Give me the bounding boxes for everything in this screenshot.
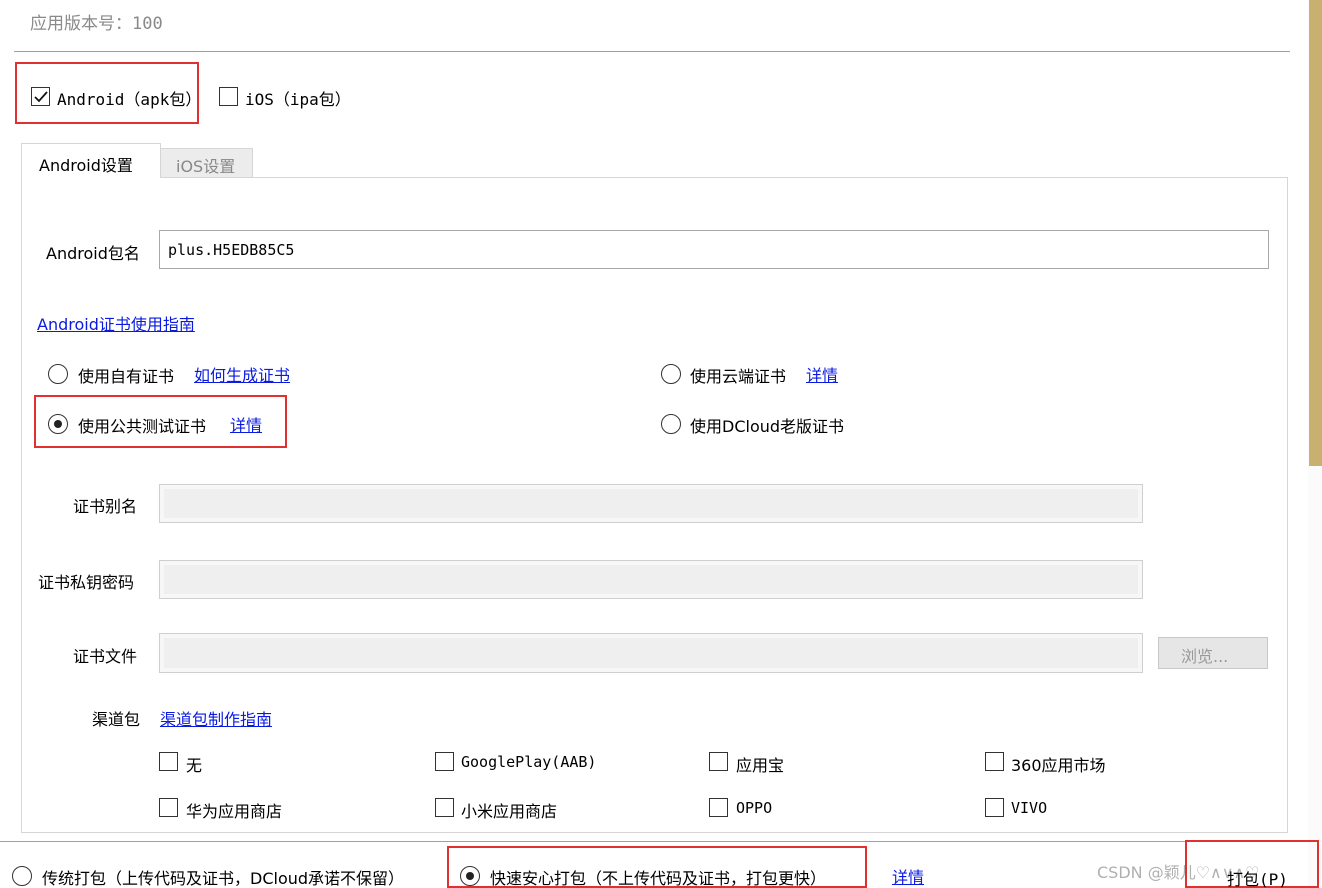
channel-xiaomi-checkbox[interactable] [435,798,454,817]
dcloud-old-cert-label[interactable]: 使用DCloud老版证书 [690,413,844,437]
package-name-value: plus.H5EDB85C5 [168,241,295,259]
browse-button-label: 浏览... [1181,647,1229,666]
cloud-cert-detail-link[interactable]: 详情 [806,362,838,386]
android-cert-guide-link[interactable]: Android证书使用指南 [37,311,195,335]
fast-pack-radio[interactable] [460,866,480,886]
how-to-generate-cert-link[interactable]: 如何生成证书 [194,362,290,386]
ios-checkbox-label[interactable]: iOS（ipa包） [245,86,351,110]
app-version-label: 应用版本号： [30,14,132,34]
tab-ios-settings-label: iOS设置 [176,157,236,176]
cert-file-input[interactable] [159,633,1143,673]
pack-detail-link[interactable]: 详情 [892,864,924,888]
package-name-label: Android包名 [46,244,140,263]
channel-xiaomi-label[interactable]: 小米应用商店 [461,798,557,822]
channel-vivo-checkbox[interactable] [985,798,1004,817]
public-test-cert-label[interactable]: 使用公共测试证书 [78,413,206,437]
scrollbar-thumb[interactable] [1309,0,1322,466]
tab-ios-settings[interactable]: iOS设置 [160,148,253,177]
tab-android-settings[interactable]: Android设置 [21,143,161,178]
channel-oppo-checkbox[interactable] [709,798,728,817]
channel-guide-link[interactable]: 渠道包制作指南 [160,706,272,730]
android-checkbox-label[interactable]: Android（apk包） [57,86,201,110]
channel-googleplay-checkbox[interactable] [435,752,454,771]
cloud-cert-label[interactable]: 使用云端证书 [690,363,786,387]
public-test-cert-detail-link[interactable]: 详情 [230,412,262,436]
channel-none-checkbox[interactable] [159,752,178,771]
own-cert-radio[interactable] [48,364,68,384]
cloud-cert-radio[interactable] [661,364,681,384]
cert-alias-input[interactable] [159,484,1143,523]
package-name-input[interactable]: plus.H5EDB85C5 [159,230,1269,269]
cert-password-label: 证书私钥密码 [38,573,135,592]
top-divider [14,51,1290,52]
channel-yingyongbao-label[interactable]: 应用宝 [736,752,784,776]
channel-oppo-label[interactable]: OPPO [736,799,772,817]
own-cert-label[interactable]: 使用自有证书 [78,363,174,387]
channel-label: 渠道包 [92,710,141,729]
fast-pack-label[interactable]: 快速安心打包（不上传代码及证书，打包更快） [490,865,826,888]
radio-selected-dot [54,420,62,428]
channel-360-label[interactable]: 360应用市场 [1011,752,1106,776]
app-version: 应用版本号：100 [30,9,163,34]
traditional-pack-label[interactable]: 传统打包（上传代码及证书，DCloud承诺不保留） [42,865,404,888]
dcloud-old-cert-radio[interactable] [661,414,681,434]
android-checkbox[interactable] [31,87,50,106]
cert-file-label: 证书文件 [73,647,138,666]
channel-huawei-checkbox[interactable] [159,798,178,817]
cert-alias-label: 证书别名 [73,497,138,516]
bottom-divider [0,841,1306,842]
pack-button-label: 打包(P) [1227,870,1288,888]
checkmark-icon [34,91,48,103]
browse-button[interactable]: 浏览... [1158,637,1268,669]
channel-none-label[interactable]: 无 [186,752,202,776]
cert-password-input[interactable] [159,560,1143,599]
channel-360-checkbox[interactable] [985,752,1004,771]
channel-huawei-label[interactable]: 华为应用商店 [186,798,282,822]
traditional-pack-radio[interactable] [12,866,32,886]
radio-selected-dot [466,872,474,880]
pack-button[interactable]: 打包(P) [1213,860,1309,888]
public-test-cert-radio[interactable] [48,414,68,434]
channel-yingyongbao-checkbox[interactable] [709,752,728,771]
ios-checkbox[interactable] [219,87,238,106]
channel-googleplay-label[interactable]: GooglePlay(AAB) [461,753,596,771]
tab-android-settings-label: Android设置 [39,156,133,175]
scrollbar-track[interactable] [1308,0,1322,888]
app-version-value: 100 [132,14,163,34]
channel-vivo-label[interactable]: VIVO [1011,799,1047,817]
